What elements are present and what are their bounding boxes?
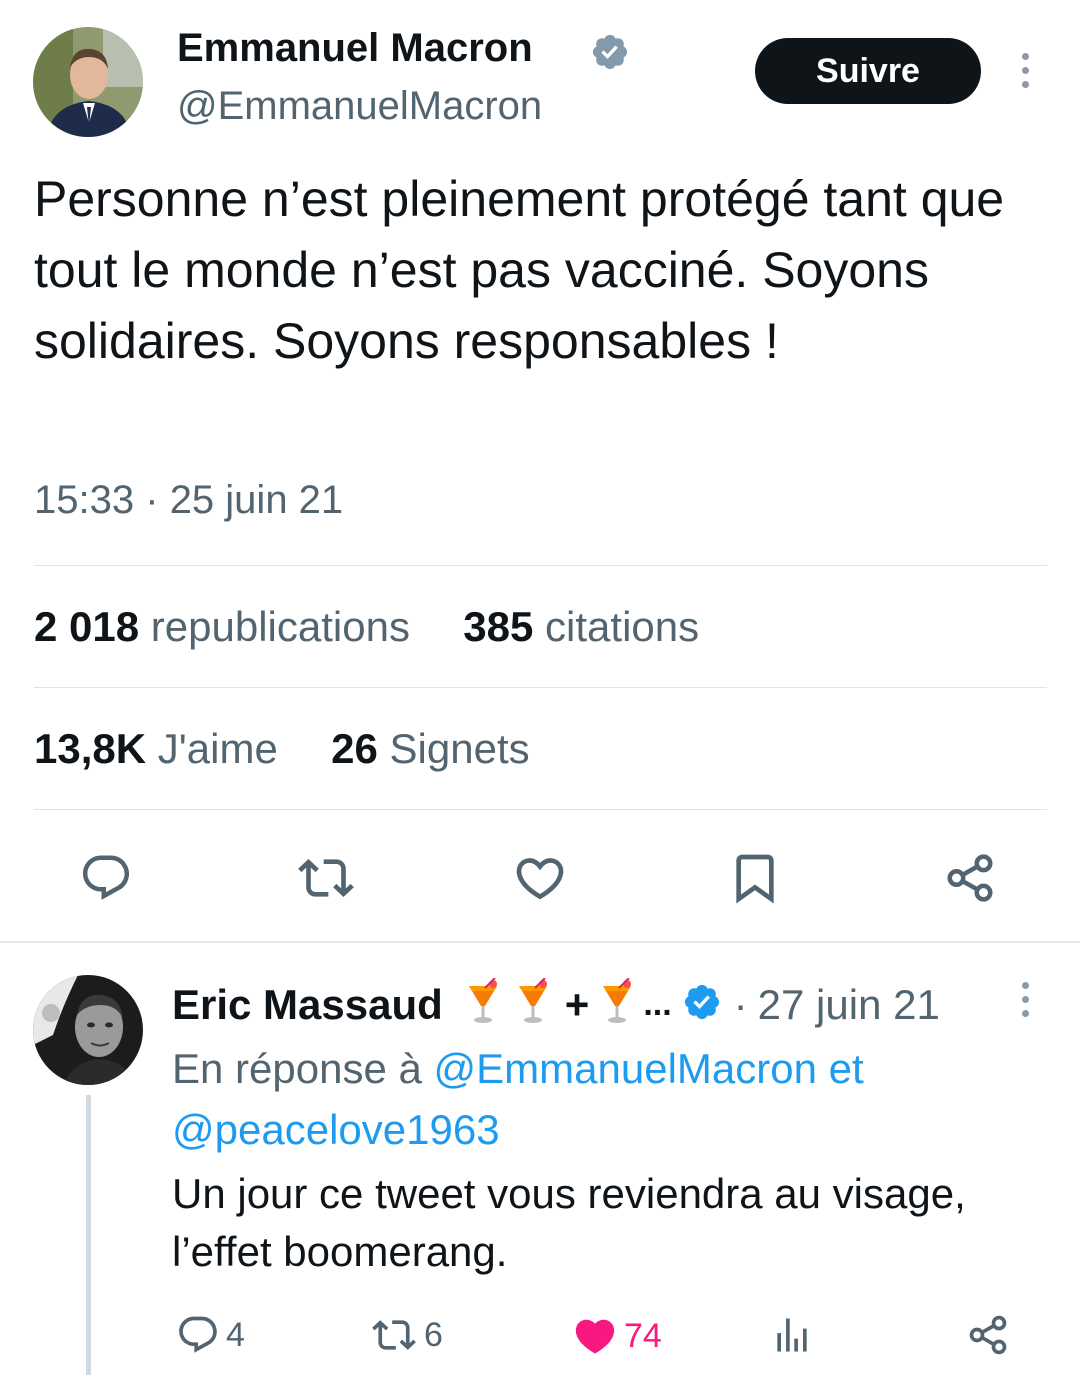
- reply-repost-button[interactable]: 6: [370, 1313, 443, 1357]
- author-avatar[interactable]: [33, 27, 143, 137]
- repost-arrows-icon: [298, 859, 354, 897]
- in-reply-to: En réponse à @EmmanuelMacron et @peacelo…: [172, 1038, 1002, 1160]
- speech-bubble-icon: [82, 855, 130, 900]
- reply-separator: ·: [733, 980, 748, 1028]
- more-vertical-icon[interactable]: [1020, 53, 1030, 88]
- reply-text: Un jour ce tweet vous reviendra au visag…: [172, 1170, 966, 1275]
- reply-like-button[interactable]: 74: [572, 1313, 662, 1359]
- tweet-text: Personne n’est pleinement protégé tant q…: [34, 171, 1005, 369]
- share-icon: [947, 854, 993, 902]
- tweet-timestamp[interactable]: 15:33 · 25 juin 21: [34, 478, 343, 523]
- bookmarks-label: Signets: [389, 725, 530, 772]
- reply-likes-count: 74: [624, 1316, 662, 1355]
- quotes-label: citations: [545, 603, 700, 650]
- author-handle[interactable]: @EmmanuelMacron: [177, 84, 542, 129]
- reply-button[interactable]: [76, 848, 136, 908]
- bookmark-icon: [736, 854, 774, 904]
- follow-button[interactable]: Suivre: [755, 38, 981, 104]
- bookmark-button[interactable]: [725, 848, 785, 908]
- heart-icon: [516, 858, 564, 900]
- name-suffix-ellipsis: ...: [643, 985, 672, 1023]
- tweet-date[interactable]: 25 juin 21: [170, 478, 343, 522]
- divider: [34, 809, 1047, 810]
- share-button[interactable]: [940, 848, 1000, 908]
- name-suffix-plus: +: [564, 980, 590, 1028]
- tweet-time[interactable]: 15:33: [34, 478, 134, 522]
- section-divider: [0, 941, 1080, 943]
- share-icon: [969, 1315, 1007, 1355]
- more-vertical-icon[interactable]: [1020, 982, 1030, 1017]
- repost-button[interactable]: [296, 848, 356, 908]
- quotes-stat[interactable]: 385 citations: [463, 603, 699, 650]
- likes-count: 13,8K: [34, 725, 147, 772]
- tropical-drink-emoji: [465, 977, 501, 1031]
- quotes-count: 385: [463, 603, 534, 650]
- author-name-text[interactable]: Emmanuel Macron: [177, 26, 533, 70]
- reply-author-avatar[interactable]: [33, 975, 143, 1085]
- and-others-link[interactable]: et: [829, 1045, 864, 1092]
- reply-header: Eric Massaud + ... · 27 juin 21: [172, 977, 940, 1031]
- verified-badge-icon: [590, 32, 630, 72]
- reposts-stat[interactable]: 2 018 republications: [34, 603, 410, 650]
- heart-icon: [575, 1319, 615, 1354]
- reply-reposts-count: 6: [424, 1315, 443, 1354]
- bar-chart-icon: [777, 1318, 807, 1352]
- tropical-drink-emoji: [515, 977, 551, 1031]
- likes-label: J'aime: [157, 725, 278, 772]
- tropical-drink-emoji: [599, 977, 635, 1031]
- verified-badge-icon: [682, 982, 722, 1027]
- mention-link[interactable]: @peacelove1963: [172, 1106, 500, 1153]
- reply-date[interactable]: 27 juin 21: [758, 981, 940, 1029]
- reply-replies-count: 4: [226, 1315, 245, 1354]
- divider: [34, 565, 1047, 566]
- author-name[interactable]: Emmanuel Macron: [177, 26, 533, 71]
- repost-quote-stats: 2 018 republications 385 citations: [34, 603, 699, 651]
- speech-bubble-icon: [179, 1316, 217, 1353]
- in-reply-prefix: En réponse à: [172, 1045, 422, 1092]
- divider: [34, 687, 1047, 688]
- reply-views-button[interactable]: [770, 1313, 814, 1357]
- mention-link[interactable]: @EmmanuelMacron: [434, 1045, 817, 1092]
- repost-arrows-icon: [372, 1320, 416, 1350]
- reply-share-button[interactable]: [966, 1313, 1010, 1357]
- thread-line: [86, 1095, 91, 1375]
- like-button[interactable]: [510, 848, 570, 908]
- like-bookmark-stats: 13,8K J'aime 26 Signets: [34, 725, 530, 773]
- bookmarks-count: 26: [331, 725, 378, 772]
- reposts-count: 2 018: [34, 603, 140, 650]
- likes-stat[interactable]: 13,8K J'aime: [34, 725, 278, 772]
- reposts-label: republications: [150, 603, 410, 650]
- meta-separator: ·: [145, 478, 159, 522]
- reply-author-name[interactable]: Eric Massaud: [172, 981, 443, 1029]
- bookmarks-stat[interactable]: 26 Signets: [331, 725, 529, 772]
- reply-reply-button[interactable]: 4: [176, 1313, 245, 1357]
